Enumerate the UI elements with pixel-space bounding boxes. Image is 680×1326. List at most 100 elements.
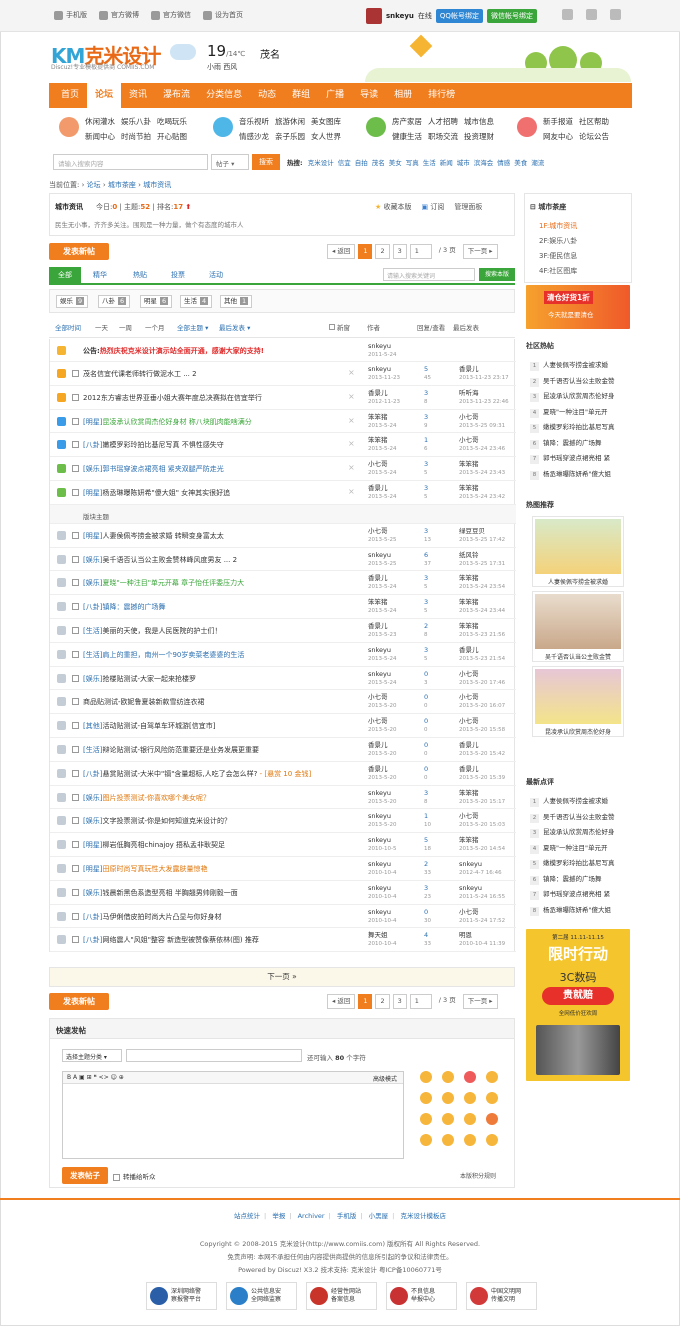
thread-title-text[interactable]: 商品贴测试-欧妮鲁夏装新款雪纺连衣裙 <box>83 698 205 706</box>
sidebar-thread-title[interactable]: 镇降：震撼的广场舞 <box>543 439 602 447</box>
close-icon[interactable]: × <box>348 463 355 472</box>
thread-title[interactable]: [娱乐]图片投票测试-你喜欢哪个美女呢？ <box>83 793 210 803</box>
quick-link[interactable]: 新闻中心 <box>85 131 115 142</box>
username[interactable]: snkeyu <box>386 12 414 20</box>
favorite-button[interactable]: ★ 收藏本版 <box>375 202 412 212</box>
sidebar-thread-title[interactable]: 昆凌承认欣赏周杰伦好身 <box>543 392 615 400</box>
smiley-icon[interactable] <box>486 1071 498 1083</box>
author-name[interactable]: snkeyu <box>368 670 391 678</box>
back-button[interactable]: ◂ 返回 <box>327 244 356 259</box>
last-poster[interactable]: 听听海 <box>459 389 479 397</box>
thread-title-text[interactable]: 田原时尚写真玩性大发露肤量惊艳 <box>102 865 207 873</box>
thread-checkbox[interactable] <box>72 489 79 496</box>
thread-title[interactable]: [生活]辩论贴测试-银行风险防范重要还是业务发展更重要 <box>83 745 259 755</box>
footer-link[interactable]: 站点统计 <box>234 1212 260 1220</box>
broadcast-checkbox[interactable]: 转播给听众 <box>113 1171 156 1181</box>
author-name[interactable]: 笨笨猪 <box>368 598 388 606</box>
quick-link[interactable]: 开心贴图 <box>157 131 187 142</box>
close-icon[interactable]: × <box>348 368 355 377</box>
thread-row[interactable]: [娱乐]文字投票测试-你是如何知道克米设计的？ snkeyu 2013-5-20 1 1… <box>50 809 516 834</box>
author-name[interactable]: 香景儿 <box>368 389 388 397</box>
hot-search-link[interactable]: 情感 <box>497 159 510 167</box>
thread-title-text[interactable]: 夏晓"一种注目"单元开幕 章子怡任评委压力大 <box>102 579 244 587</box>
nav-classifieds[interactable]: 分类信息 <box>198 83 250 108</box>
last-post[interactable]: 绿豆豆贝 2013-5-25 17:42 <box>459 527 505 545</box>
nav-home[interactable]: 首页 <box>53 83 87 108</box>
thread-type[interactable]: [娱乐] <box>83 556 102 564</box>
nav-guide[interactable]: 导读 <box>352 83 386 108</box>
page-input[interactable]: 1 <box>409 994 432 1009</box>
sidebar-thread-link[interactable]: 8 杨丞琳曝陈妍希"傻大姐 <box>530 468 611 480</box>
thread-type[interactable]: [明星] <box>83 532 102 540</box>
sidebar-thread-title[interactable]: 昆凌承认欣赏周杰伦好身 <box>543 828 615 836</box>
quick-link[interactable]: 投资理财 <box>464 131 494 142</box>
author-name[interactable]: snkeyu <box>368 836 391 844</box>
thread-type[interactable]: [生活] <box>83 746 102 754</box>
thread-pages[interactable]: - [悬赏 10 金钱] <box>257 770 312 778</box>
hot-search-link[interactable]: 城市 <box>457 159 470 167</box>
smiley-icon[interactable] <box>420 1134 432 1146</box>
thread-author[interactable]: snkeyu 2010-10-5 <box>368 836 396 854</box>
thread-checkbox[interactable] <box>72 417 79 425</box>
author-name[interactable]: 香景儿 <box>368 574 388 582</box>
thread-title-text[interactable]: 柳岩低胸亮相chinajoy 捂私孟非耿契足 <box>102 841 225 849</box>
next-page-button[interactable]: 下一页 ▸ <box>462 994 498 1009</box>
newwin-toggle[interactable]: 新窗 <box>329 322 350 332</box>
thread-row[interactable]: [明星]田原时尚写真玩性大发露肤量惊艳 snkeyu 2010-10-4 2 33 snk… <box>50 857 516 881</box>
sticky-thread-row[interactable]: 2012东方睿志世界亚垂小姐大赛年度总决赛拟在信宜举行 香景儿 2012-11-23… <box>50 386 516 410</box>
thread-author[interactable]: snkeyu 2013-5-24 <box>368 670 396 688</box>
thread-row[interactable]: [八卦]网络震人"风姐"整容 新造型被赞像蔡依林(图) 推荐 舞天姐 2010-10… <box>50 928 516 953</box>
top-link-homepage[interactable]: 设为首页 <box>203 10 243 20</box>
last-post[interactable]: 小七哥 2013-5-20 15:03 <box>459 812 505 830</box>
breadcrumb-current[interactable]: 城市资讯 <box>143 181 171 189</box>
hot-search-link[interactable]: 写真 <box>406 159 419 167</box>
thread-row[interactable]: [娱乐]钱晨新黑色系造型亮相 半胸翘男帅刚毅一面 snkeyu 2010-10-4 3… <box>50 881 516 905</box>
last-poster[interactable]: snkeyu <box>459 884 482 892</box>
thread-title[interactable]: [娱乐]文字投票测试-你是如何知道克米设计的？ <box>83 816 231 826</box>
sidebar-thread-title[interactable]: 吴千语否认当公主败金赞 <box>543 813 615 821</box>
last-post[interactable]: 笨笨猪 2013-5-20 15:17 <box>459 789 505 807</box>
pic-card[interactable]: 吴千语否认当公主败金赞 <box>532 591 624 662</box>
thread-checkbox[interactable] <box>72 793 79 801</box>
search-type-select[interactable]: 帖子 ▾ <box>211 154 249 170</box>
thread-type[interactable]: [娱乐] <box>83 579 102 587</box>
sale-banner[interactable]: 清仓好货1折 今天就是要清仓 <box>526 285 630 329</box>
rss-icon[interactable] <box>610 9 621 20</box>
sidebar-thread-link[interactable]: 5 嫩模罗彩玲拍比基尼写真 <box>530 857 615 869</box>
last-poster[interactable]: 纸风铃 <box>459 551 479 559</box>
thread-checkbox[interactable] <box>72 769 79 777</box>
page-1[interactable]: 1 <box>358 994 373 1009</box>
nav-feed[interactable]: 动态 <box>250 83 284 108</box>
top-link-wechat[interactable]: 官方微信 <box>151 10 191 20</box>
civilization-badge[interactable]: 中国文明网 传播文明 <box>466 1282 537 1310</box>
wechat-bind-button[interactable]: 微信帐号绑定 <box>486 9 537 23</box>
thread-author[interactable]: snkeyu 2013-11-23 <box>368 365 400 383</box>
thread-type[interactable]: [八卦] <box>83 936 102 944</box>
quick-link[interactable]: 音乐视听 <box>239 116 269 127</box>
thread-checkbox[interactable] <box>72 674 79 682</box>
footer-link[interactable]: 举报 <box>272 1212 285 1220</box>
thread-title-text[interactable]: 网络震人"风姐"整容 新造型被赞像蔡依林(图) 推荐 <box>102 936 258 944</box>
sidebar-thread-title[interactable]: 人妻侯佩岑捞金被求婚 <box>543 361 608 369</box>
smiley-icon[interactable] <box>442 1134 454 1146</box>
next-page-button[interactable]: 下一页 ▸ <box>462 244 498 259</box>
last-poster[interactable]: 香景儿 <box>459 646 479 654</box>
sidebar-thread-link[interactable]: 1 人妻侯佩岑捞金被求婚 <box>530 795 608 807</box>
forum-nav-category[interactable]: 城市茶座 <box>538 203 566 211</box>
thread-title-text[interactable]: 图片投票测试-你喜欢哪个美女呢？ <box>102 794 210 802</box>
thread-title[interactable]: [娱乐]抢楼贴测试-大家一起来抢楼罗 <box>83 674 196 684</box>
thread-author[interactable]: 笨笨猪 2013-5-24 <box>368 413 396 431</box>
sticky-thread-row[interactable]: [明星]昆凌承认欣赏周杰伦好身材 称八块肌肉能啥满分 笨笨猪 2013-5-24 3 9… <box>50 410 516 434</box>
thread-author[interactable]: snkeyu 2010-10-4 <box>368 884 396 902</box>
quick-link[interactable]: 女人世界 <box>311 131 341 142</box>
gear-icon[interactable] <box>586 9 597 20</box>
footer-link[interactable]: 克米设计模板店 <box>400 1212 446 1220</box>
author-name[interactable]: 小七哥 <box>368 693 388 701</box>
thread-author[interactable]: 笨笨猪 2013-5-24 <box>368 598 396 616</box>
thread-type[interactable]: [娱乐] <box>83 794 102 802</box>
thread-author[interactable]: 香景儿 2013-5-24 <box>368 574 396 592</box>
author-name[interactable]: 舞天姐 <box>368 931 388 939</box>
author-name[interactable]: snkeyu <box>368 812 391 820</box>
qq-bind-button[interactable]: QQ帐号绑定 <box>435 9 483 23</box>
sidebar-thread-link[interactable]: 7 郭书瑶穿波点裙亮相 紧 <box>530 452 610 464</box>
